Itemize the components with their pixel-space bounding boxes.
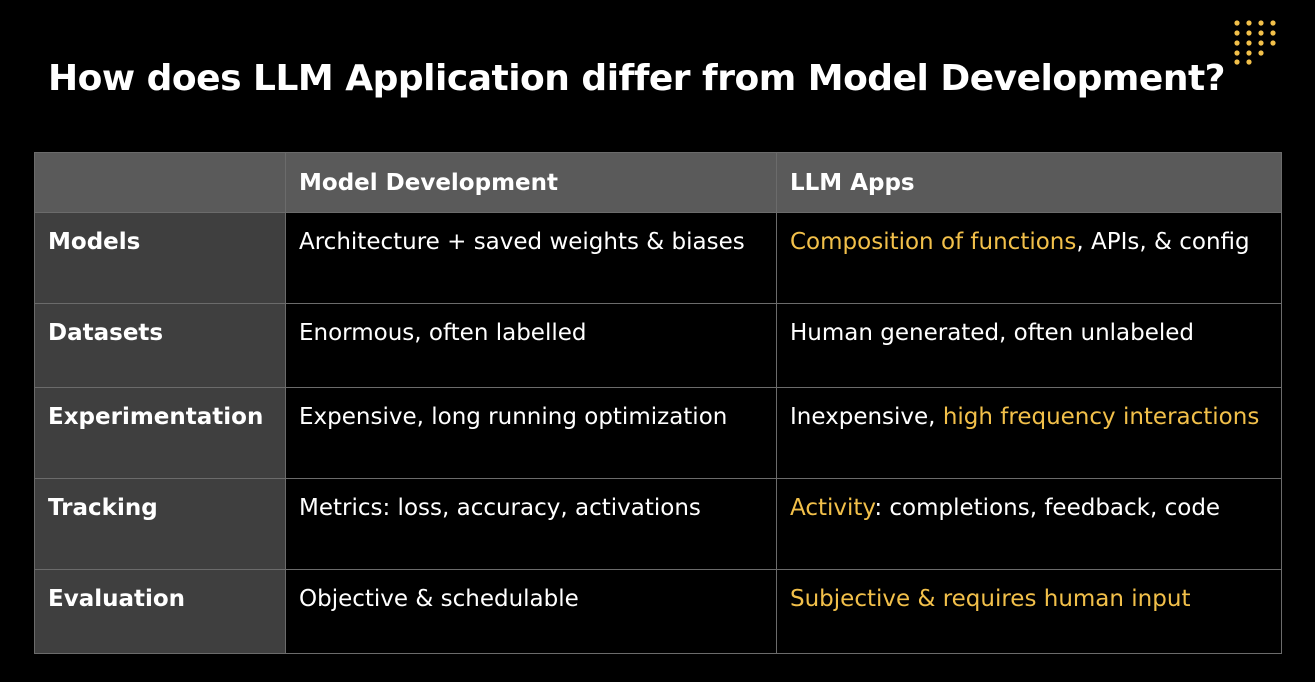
plain-text: : completions, feedback, code xyxy=(874,495,1221,521)
header-model-development: Model Development xyxy=(285,152,777,213)
cell-experimentation-model-dev: Expensive, long running optimization xyxy=(285,387,777,479)
table-row-evaluation: Evaluation Objective & schedulable Subje… xyxy=(34,569,1282,654)
table-header-row: Model Development LLM Apps xyxy=(34,152,1282,213)
header-corner-cell xyxy=(34,152,286,213)
highlight-text: Subjective & requires human input xyxy=(790,586,1191,612)
cell-tracking-llm-apps: Activity: completions, feedback, code xyxy=(776,478,1282,570)
cell-models-llm-apps: Composition of functions, APIs, & config xyxy=(776,212,1282,304)
highlight-text: Activity xyxy=(790,495,875,521)
table-row-tracking: Tracking Metrics: loss, accuracy, activa… xyxy=(34,478,1282,570)
table-row-datasets: Datasets Enormous, often labelled Human … xyxy=(34,303,1282,388)
cell-datasets-model-dev: Enormous, often labelled xyxy=(285,303,777,388)
highlight-text: high frequency interactions xyxy=(942,404,1260,430)
row-label-tracking: Tracking xyxy=(34,478,286,570)
row-label-datasets: Datasets xyxy=(34,303,286,388)
cell-evaluation-model-dev: Objective & schedulable xyxy=(285,569,777,654)
row-label-models: Models xyxy=(34,212,286,304)
comparison-table: Model Development LLM Apps Models Archit… xyxy=(34,152,1282,654)
plain-text: Inexpensive, xyxy=(790,404,943,430)
cell-experimentation-llm-apps: Inexpensive, high frequency interactions xyxy=(776,387,1282,479)
table-row-models: Models Architecture + saved weights & bi… xyxy=(34,212,1282,304)
table-row-experimentation: Experimentation Expensive, long running … xyxy=(34,387,1282,479)
header-llm-apps: LLM Apps xyxy=(776,152,1282,213)
highlight-text: Composition of functions xyxy=(790,229,1077,255)
cell-evaluation-llm-apps: Subjective & requires human input xyxy=(776,569,1282,654)
cell-models-model-dev: Architecture + saved weights & biases xyxy=(285,212,777,304)
row-label-evaluation: Evaluation xyxy=(34,569,286,654)
cell-tracking-model-dev: Metrics: loss, accuracy, activations xyxy=(285,478,777,570)
dotted-grid-logo-icon xyxy=(1234,20,1276,65)
cell-datasets-llm-apps: Human generated, often unlabeled xyxy=(776,303,1282,388)
slide-title: How does LLM Application differ from Mod… xyxy=(48,58,1226,99)
plain-text: , APIs, & config xyxy=(1076,229,1250,255)
row-label-experimentation: Experimentation xyxy=(34,387,286,479)
